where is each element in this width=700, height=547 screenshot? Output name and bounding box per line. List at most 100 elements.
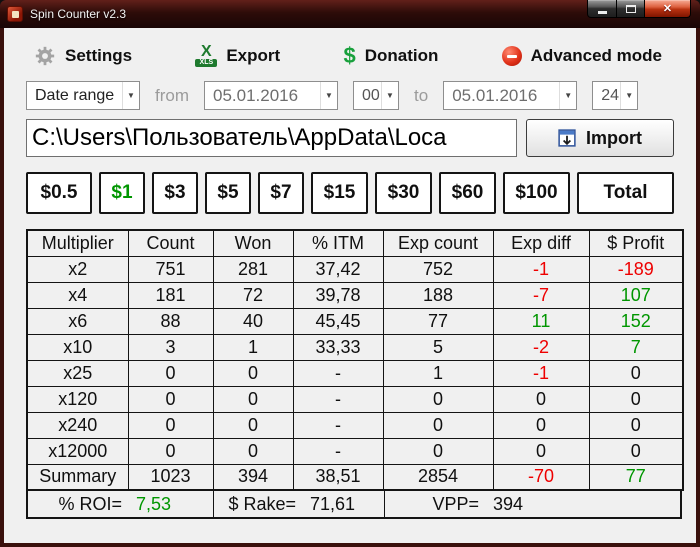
table-cell: -189 [588,255,684,283]
from-hour-select[interactable]: 00 ▼ [353,81,399,110]
table-cell: 11 [492,307,590,335]
import-row: Import [4,119,696,157]
chevron-down-icon[interactable]: ▼ [620,82,637,109]
table-cell: 0 [588,437,684,465]
range-type-select[interactable]: Date range ▼ [26,81,140,110]
table-cell: x240 [26,411,129,439]
to-date-value: 05.01.2016 [452,85,538,105]
table-cell: 152 [588,307,684,335]
excel-x: X [201,43,212,60]
vpp-value: 394 [493,493,524,514]
table-cell: -7 [492,281,590,309]
rake-label: $ Rake= [228,493,296,514]
table-cell: 88 [127,307,214,335]
table-cell: 77 [382,307,494,335]
table-cell: 0 [492,437,590,465]
export-button[interactable]: X XLS Export [195,43,280,67]
table-cell: 1 [382,359,494,387]
buyin-button-60[interactable]: $60 [439,172,496,214]
app-window: Spin Counter v2.3 ✕ Settings X XLS Expor… [0,0,700,547]
settings-button[interactable]: Settings [34,45,132,67]
import-icon [558,129,576,147]
maximize-icon [625,4,636,13]
column-header: Count [127,229,214,257]
table-cell: 2854 [382,463,494,491]
buyin-button-5[interactable]: $5 [205,172,251,214]
maximize-button[interactable] [617,0,645,18]
gear-icon [35,46,55,66]
table-cell: x4 [26,281,129,309]
import-button[interactable]: Import [526,119,674,157]
table-cell: 0 [127,385,214,413]
table-cell: 37,42 [292,255,384,283]
buyin-button-15[interactable]: $15 [311,172,368,214]
advanced-mode-label: Advanced mode [530,46,662,65]
app-icon [7,6,23,22]
close-icon: ✕ [662,3,673,15]
table-cell: x120 [26,385,129,413]
vpp-section: VPP= 394 [385,491,680,517]
table-cell: 72 [212,281,294,309]
column-header: $ Profit [588,229,684,257]
titlebar[interactable]: Spin Counter v2.3 ✕ [0,0,700,28]
to-hour-value: 24 [601,86,619,104]
table-cell: -1 [492,359,590,387]
window-title: Spin Counter v2.3 [30,7,127,21]
to-date-picker[interactable]: 05.01.2016 ▼ [443,81,578,110]
table-cell: 1 [212,333,294,361]
buyin-button-3[interactable]: $3 [152,172,198,214]
table-cell: 0 [492,411,590,439]
buyin-button-1[interactable]: $1 [99,172,145,214]
to-hour-select[interactable]: 24 ▼ [592,81,639,110]
buyin-button-100[interactable]: $100 [503,172,570,214]
column-header: Won [212,229,294,257]
range-type-value: Date range [35,86,115,104]
table-cell: 0 [127,411,214,439]
table-row: x240 0 0-0 0 0 [26,411,684,439]
path-input[interactable] [26,119,517,157]
buyin-button-30[interactable]: $30 [375,172,432,214]
table-cell: 0 [382,385,494,413]
table-cell: - [292,411,384,439]
table-cell: 0 [382,437,494,465]
minimize-button[interactable] [587,0,617,18]
from-date-value: 05.01.2016 [213,85,299,105]
table-row: x2 751 281 37,42 752 -1 -189 [26,255,684,283]
table-cell: 38,51 [292,463,384,491]
buyin-button-0_5[interactable]: $0.5 [26,172,92,214]
table-cell: 39,78 [292,281,384,309]
calendar-dropdown-icon[interactable]: ▼ [320,82,337,109]
rake-value: 71,61 [310,493,356,514]
table-row: Summary 1023 394 38,51 2854 -70 77 [26,463,684,491]
filter-row: Date range ▼ from 05.01.2016 ▼ 00 ▼ to 0… [4,81,696,110]
stats-header-row: Multiplier Count Won% ITM Exp count Exp diff… [26,229,684,257]
buyin-button-total[interactable]: Total [577,172,674,214]
table-cell: 40 [212,307,294,335]
table-cell: 0 [212,437,294,465]
table-cell: 0 [127,437,214,465]
table-cell: -2 [492,333,590,361]
buyin-row: $0.5 $1 $3 $5 $7 $15 $30 $60 $100 Total [4,172,696,214]
dollar-icon: $ [343,43,356,68]
excel-export-icon: X XLS [195,43,218,67]
toolbar: Settings X XLS Export $ Donation Advance… [4,28,696,74]
roi-value: 7,53 [136,493,172,514]
column-header: Exp diff [492,229,590,257]
chevron-down-icon[interactable]: ▼ [122,82,139,109]
from-date-picker[interactable]: 05.01.2016 ▼ [204,81,338,110]
table-cell: 751 [127,255,214,283]
donation-button[interactable]: $ Donation [343,45,438,67]
table-cell: - [292,359,384,387]
table-cell: 181 [127,281,214,309]
advanced-mode-button[interactable]: Advanced mode [501,46,662,66]
window-controls: ✕ [587,0,691,18]
roi-label: % ROI= [58,493,122,514]
table-row: x120 0 0-0 0 0 [26,385,684,413]
close-button[interactable]: ✕ [645,0,691,18]
calendar-dropdown-icon[interactable]: ▼ [559,82,576,109]
minimize-icon [597,10,607,14]
table-cell: 0 [588,411,684,439]
chevron-down-icon[interactable]: ▼ [381,82,398,109]
table-row: x6 88 40 45,45 77 11 152 [26,307,684,335]
buyin-button-7[interactable]: $7 [258,172,304,214]
